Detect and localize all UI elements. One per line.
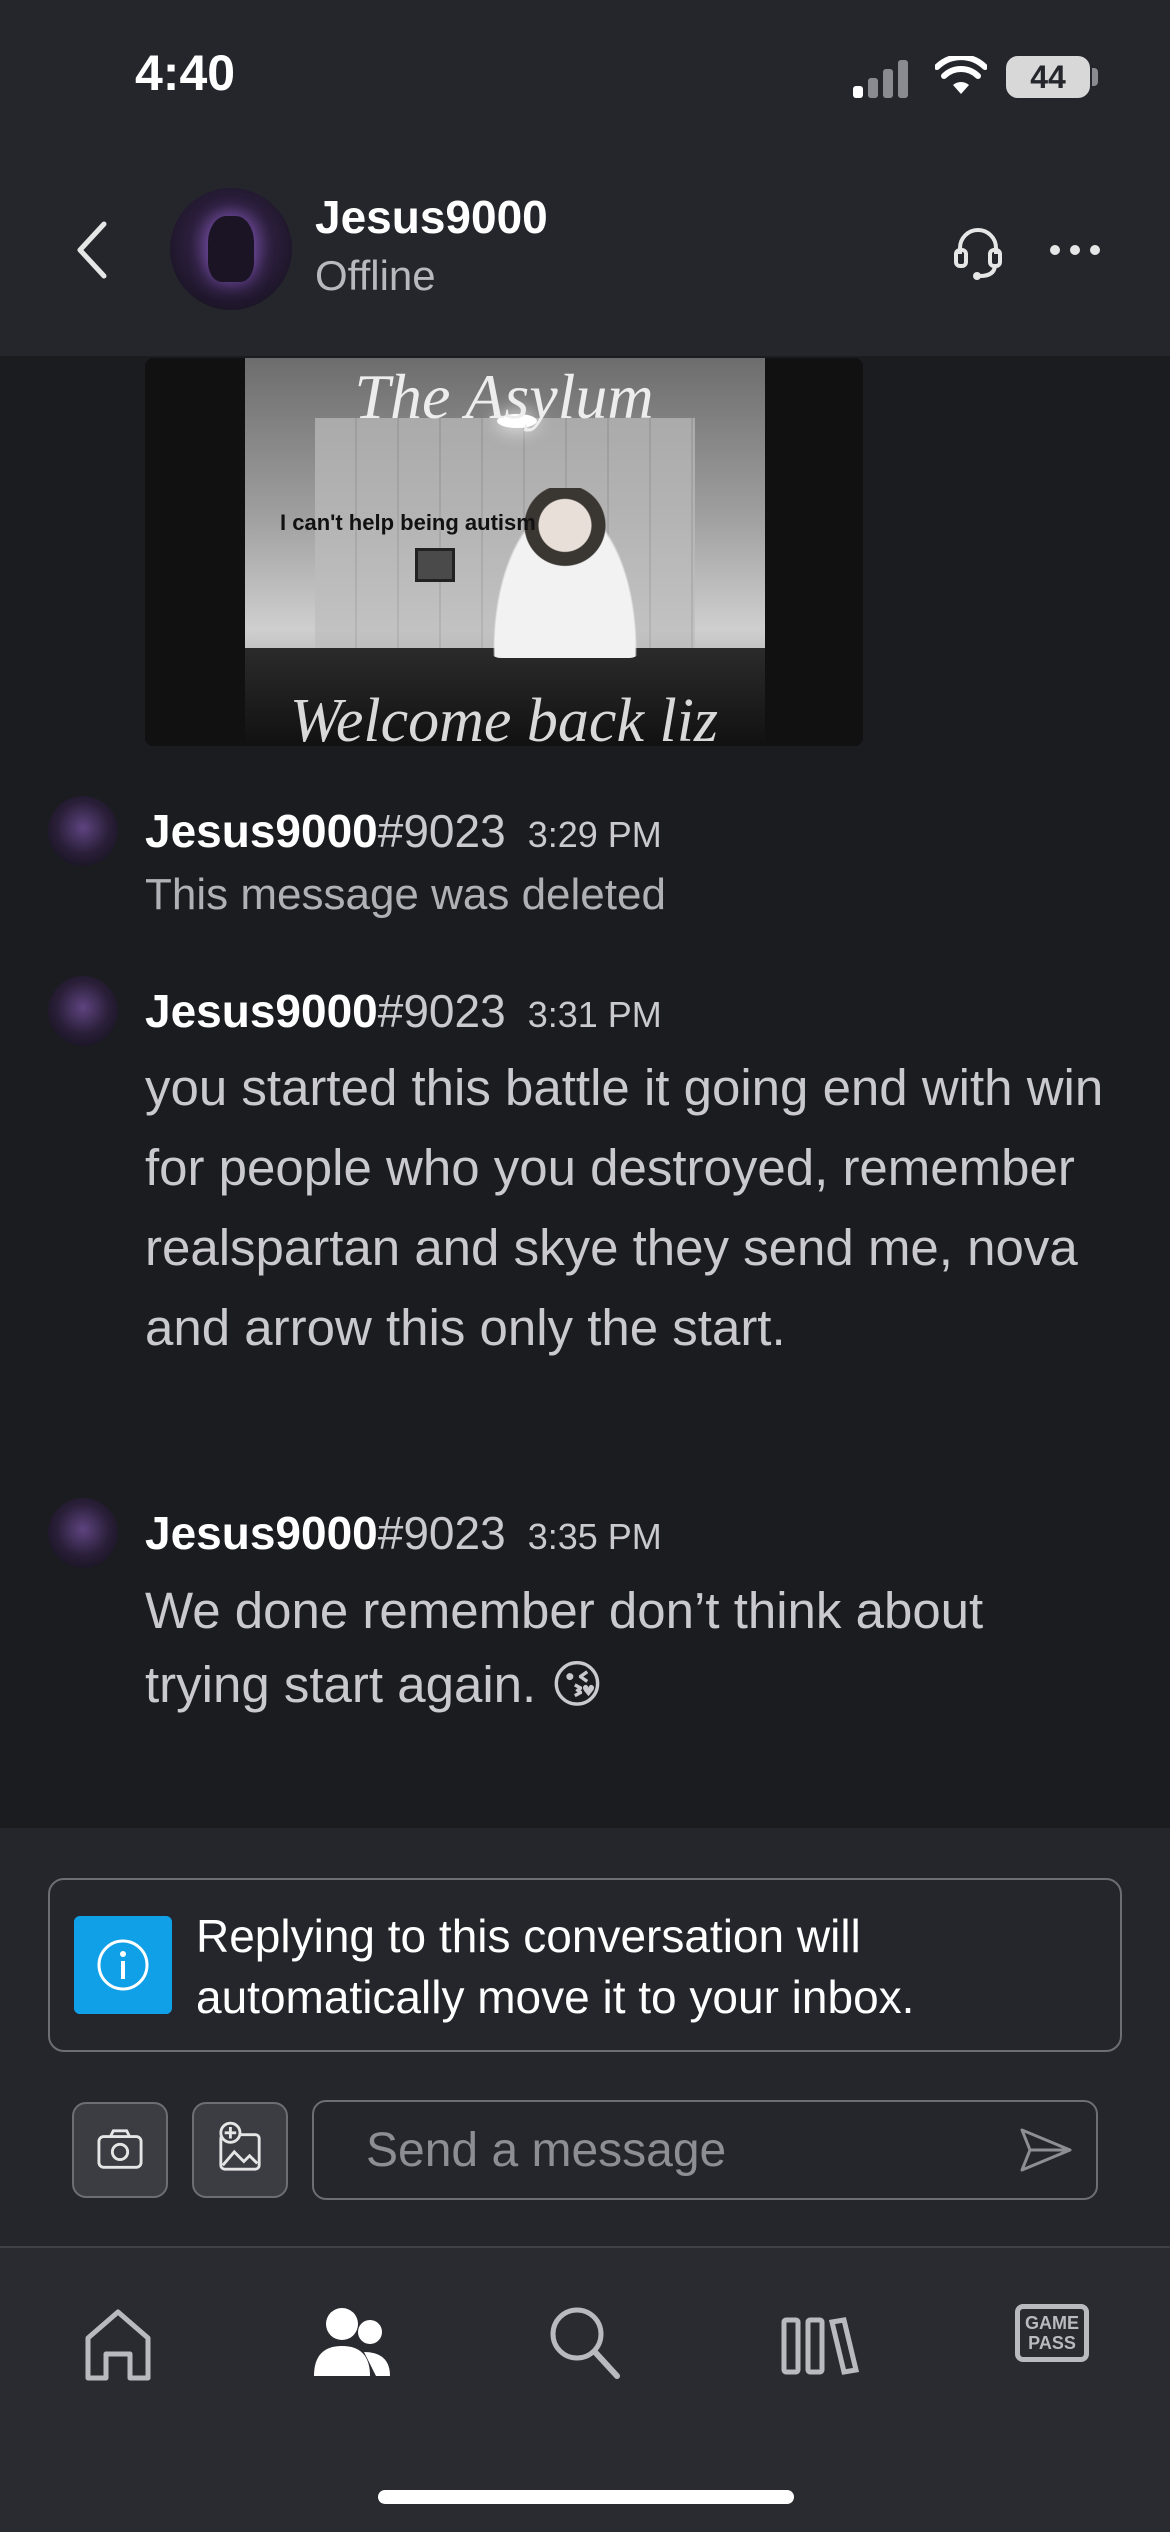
message-text: you started this battle it going end wit… (145, 1059, 1104, 1356)
library-icon[interactable] (770, 2298, 870, 2388)
message-tag: #9023 (377, 1507, 506, 1559)
message-author: Jesus9000 (145, 985, 378, 1037)
contact-name[interactable]: Jesus9000 (315, 190, 548, 244)
battery-icon: 44 (1006, 56, 1090, 98)
image-footer: Welcome back liz (289, 687, 719, 746)
headset-icon[interactable] (948, 220, 1008, 284)
message-header: Jesus9000#9023 3:35 PM (145, 1506, 662, 1560)
add-image-button[interactable] (192, 2102, 288, 2198)
contact-status: Offline (315, 252, 436, 299)
search-icon[interactable] (535, 2298, 635, 2388)
chat-message[interactable]: Jesus9000#9023 3:35 PM We done remember d… (0, 1494, 1170, 1754)
status-bar: 4:40 44 (0, 0, 1170, 150)
message-author: Jesus9000 (145, 805, 378, 857)
battery-nub (1092, 68, 1098, 86)
home-indicator (378, 2490, 794, 2504)
message-input[interactable] (312, 2100, 1098, 2200)
message-header: Jesus9000#9023 3:31 PM (145, 984, 662, 1038)
sender-avatar[interactable] (48, 1498, 118, 1568)
cellular-signal-icon (853, 58, 913, 98)
contact-avatar[interactable] (170, 188, 292, 310)
inbox-notice: Replying to this conversation will autom… (48, 1878, 1122, 2052)
message-time: 3:35 PM (527, 1516, 662, 1557)
more-options-icon[interactable] (1045, 220, 1105, 280)
compose-area: Replying to this conversation will autom… (0, 1828, 1170, 2248)
message-header: Jesus9000#9023 3:29 PM (145, 804, 662, 858)
image-attachment[interactable]: The Asylum I can't help being autism Wel… (145, 358, 863, 746)
message-time: 3:29 PM (527, 814, 662, 855)
message-time: 3:31 PM (527, 994, 662, 1035)
chat-message[interactable]: Jesus9000#9023 3:31 PM you started this b… (0, 972, 1170, 1452)
status-time: 4:40 (135, 45, 236, 101)
message-text: We done remember don’t think about tryin… (145, 1582, 984, 1713)
back-button[interactable] (62, 210, 122, 290)
send-icon[interactable] (1016, 2120, 1076, 2180)
message-tag: #9023 (377, 985, 506, 1037)
sender-avatar[interactable] (48, 976, 118, 1046)
sender-avatar[interactable] (48, 796, 118, 866)
image-title: The Asylum (354, 361, 654, 432)
image-caption: I can't help being autism (280, 510, 536, 535)
message-author: Jesus9000 (145, 1507, 378, 1559)
message-text: This message was deleted (145, 870, 666, 919)
camera-button[interactable] (72, 2102, 168, 2198)
notice-text: Replying to this conversation will autom… (196, 1910, 915, 2023)
conversation-header: Jesus9000 Offline (0, 150, 1170, 356)
message-tag: #9023 (377, 805, 506, 857)
home-icon[interactable] (68, 2298, 168, 2388)
image-tv (415, 548, 455, 582)
people-icon[interactable] (300, 2298, 400, 2388)
wifi-icon (935, 56, 987, 94)
game-pass-badge: GAME PASS (1015, 2304, 1089, 2362)
chat-message[interactable]: Jesus9000#9023 3:29 PM This message was d… (0, 792, 1170, 932)
game-pass-icon[interactable]: GAME PASS (1015, 2298, 1115, 2388)
info-icon (74, 1916, 172, 2014)
